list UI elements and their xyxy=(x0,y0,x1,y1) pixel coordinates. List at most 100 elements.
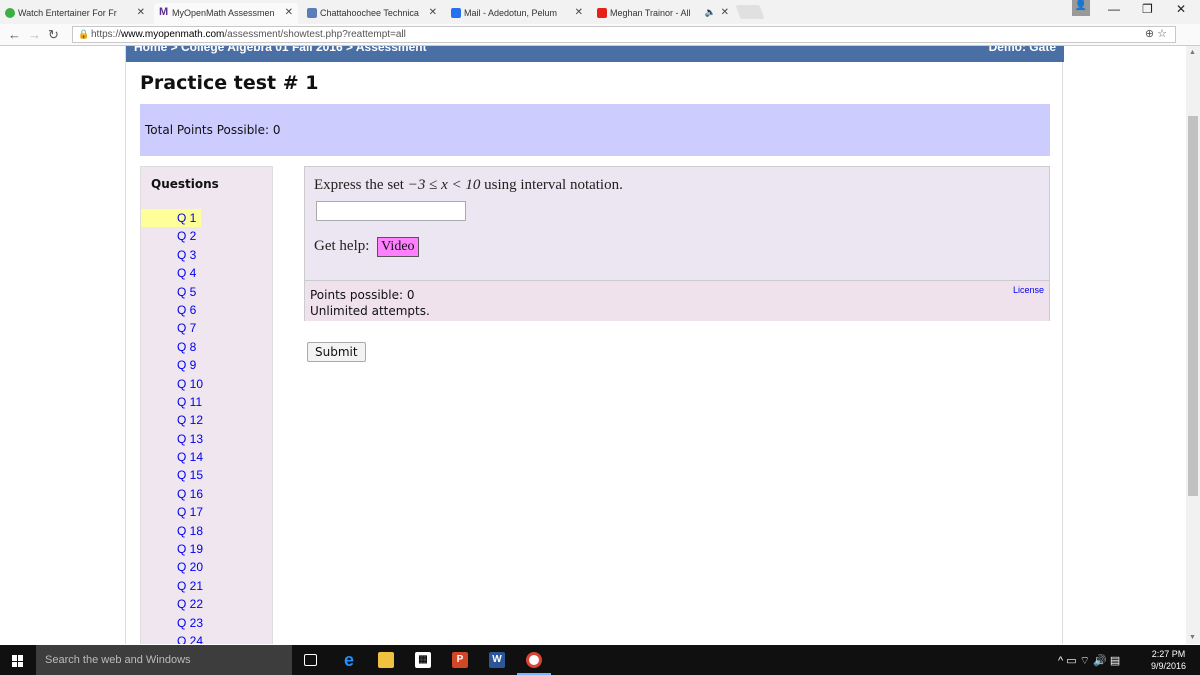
url-scheme: https:// xyxy=(91,29,122,40)
chrome-icon[interactable] xyxy=(526,652,542,668)
question-link-label: Q 10 xyxy=(177,376,204,391)
scroll-down-icon[interactable]: ▼ xyxy=(1189,634,1196,641)
question-link-label: Q 7 xyxy=(177,321,197,336)
close-tab-icon[interactable]: ✕ xyxy=(429,7,437,18)
question-link[interactable]: Q 19 xyxy=(141,540,274,558)
store-icon[interactable]: ▦ xyxy=(415,652,431,668)
edge-browser-icon[interactable]: e xyxy=(341,651,357,669)
tab-meghan-trainor[interactable]: Meghan Trainor - All 🔈 ✕ xyxy=(592,3,734,24)
question-link[interactable]: Q 3 xyxy=(141,246,274,264)
reload-icon[interactable]: ↻ xyxy=(48,27,59,43)
question-link-label: Q 18 xyxy=(177,523,204,538)
zoom-icon[interactable]: ⊕ ☆ xyxy=(1145,27,1167,40)
browser-tab-strip: Watch Entertainer For Fr ✕ M MyOpenMath … xyxy=(0,0,1200,24)
tab-watch-entertainer[interactable]: Watch Entertainer For Fr ✕ xyxy=(0,3,150,24)
question-info-text: Points possible: 0 Unlimited attempts. xyxy=(310,287,430,319)
page-scrollbar[interactable]: ▲ ▼ xyxy=(1186,46,1200,644)
url-bar[interactable]: 🔒 https://www.myopenmath.com/assessment/… xyxy=(72,26,1176,43)
tab-myopenmath[interactable]: M MyOpenMath Assessmen ✕ xyxy=(154,3,298,24)
minimize-icon[interactable]: — xyxy=(1108,2,1120,16)
forward-icon[interactable]: → xyxy=(28,27,41,42)
audio-playing-icon[interactable]: 🔈 xyxy=(705,7,716,18)
question-link[interactable]: Q 15 xyxy=(141,466,274,484)
tab-title: Watch Entertainer For Fr xyxy=(18,8,117,18)
help-row: Get help: Video xyxy=(314,237,419,257)
submit-button[interactable]: Submit xyxy=(307,342,366,362)
question-link[interactable]: Q 14 xyxy=(141,448,274,466)
scroll-up-icon[interactable]: ▲ xyxy=(1189,49,1196,56)
scroll-thumb[interactable] xyxy=(1188,116,1198,496)
question-link-label: Q 2 xyxy=(177,229,197,244)
question-link[interactable]: Q 7 xyxy=(141,319,274,337)
question-link[interactable]: Q 12 xyxy=(141,411,274,429)
task-view-icon[interactable] xyxy=(304,654,317,666)
question-link-label: Q 21 xyxy=(177,578,204,593)
question-math: −3 ≤ x < 10 xyxy=(407,177,481,193)
video-help-button[interactable]: Video xyxy=(377,237,419,257)
address-toolbar: ← → ↻ 🔒 https://www.myopenmath.com/asses… xyxy=(0,24,1200,65)
question-link[interactable]: Q 2 xyxy=(141,227,274,245)
question-link[interactable]: Q 1 xyxy=(141,209,274,228)
question-panel: Express the set −3 ≤ x < 10 using interv… xyxy=(304,166,1050,321)
powerpoint-icon[interactable]: P xyxy=(452,652,468,668)
question-link[interactable]: Q 5 xyxy=(141,283,274,301)
questions-list: Q 1 Q 2 Q 3 Q 4 Q 5 Q 6 Q 7 Q 8 Q 9 Q 10 Q 11 Q 12 Q… xyxy=(141,209,274,644)
question-link[interactable]: Q 9 xyxy=(141,356,274,374)
mail-icon xyxy=(451,8,461,18)
question-link[interactable]: Q 8 xyxy=(141,338,274,356)
question-link[interactable]: Q 10 xyxy=(141,375,274,393)
word-icon[interactable]: W xyxy=(489,652,505,668)
breadcrumb[interactable]: Home > College Algebra 01 Fall 2016 > As… xyxy=(134,46,427,54)
tab-title: Chattahoochee Technica xyxy=(320,8,419,18)
myopenmath-logo-icon: M xyxy=(159,6,169,18)
tab-title: Mail - Adedotun, Pelum xyxy=(464,8,558,18)
tab-mail[interactable]: Mail - Adedotun, Pelum ✕ xyxy=(446,3,588,24)
taskbar-clock[interactable]: 2:27 PM 9/9/2016 xyxy=(1151,648,1186,672)
file-explorer-icon[interactable] xyxy=(378,652,394,668)
question-link-label: Q 12 xyxy=(177,413,204,428)
question-link[interactable]: Q 23 xyxy=(141,614,274,632)
help-label: Get help: xyxy=(314,238,370,254)
question-link[interactable]: Q 24 xyxy=(141,632,274,644)
new-tab-button[interactable] xyxy=(735,5,765,19)
tab-chattahoochee[interactable]: Chattahoochee Technica ✕ xyxy=(302,3,442,24)
close-window-icon[interactable]: ✕ xyxy=(1176,2,1186,16)
question-prefix: Express the set xyxy=(314,177,404,193)
close-tab-icon[interactable]: ✕ xyxy=(721,7,729,18)
close-tab-icon[interactable]: ✕ xyxy=(575,7,583,18)
school-icon xyxy=(307,8,317,18)
question-link[interactable]: Q 6 xyxy=(141,301,274,319)
question-info: Points possible: 0 Unlimited attempts. L… xyxy=(305,280,1049,321)
question-link-label: Q 13 xyxy=(177,431,204,446)
question-link[interactable]: Q 22 xyxy=(141,595,274,613)
url-host: www.myopenmath.com xyxy=(121,29,225,40)
question-link-label: Q 9 xyxy=(177,358,197,373)
question-link[interactable]: Q 17 xyxy=(141,503,274,521)
close-tab-icon[interactable]: ✕ xyxy=(137,7,145,18)
answer-input[interactable] xyxy=(316,201,466,221)
windows-start-icon[interactable] xyxy=(12,655,24,667)
question-link[interactable]: Q 21 xyxy=(141,577,274,595)
total-points-text: Total Points Possible: 0 xyxy=(145,123,281,137)
question-link[interactable]: Q 16 xyxy=(141,485,274,503)
back-icon[interactable]: ← xyxy=(8,27,21,42)
question-link[interactable]: Q 13 xyxy=(141,430,274,448)
close-tab-icon[interactable]: ✕ xyxy=(285,7,293,18)
clock-date: 9/9/2016 xyxy=(1150,661,1186,671)
question-link-label: Q 5 xyxy=(177,284,197,299)
attempts-info: Unlimited attempts. xyxy=(310,304,430,318)
license-link[interactable]: License xyxy=(1013,285,1044,295)
page-title: Practice test # 1 xyxy=(140,72,319,94)
question-link[interactable]: Q 20 xyxy=(141,558,274,576)
questions-heading: Questions xyxy=(151,177,219,191)
question-link-label: Q 3 xyxy=(177,247,197,262)
profile-icon[interactable]: 👤 xyxy=(1072,0,1090,16)
taskbar-search-box[interactable]: Search the web and Windows xyxy=(36,645,292,675)
question-link[interactable]: Q 4 xyxy=(141,264,274,282)
bookmark-star-icon[interactable]: ☆ xyxy=(1157,28,1167,40)
play-icon xyxy=(5,8,15,18)
restore-icon[interactable]: ❐ xyxy=(1142,2,1153,16)
question-link[interactable]: Q 18 xyxy=(141,522,274,540)
question-link[interactable]: Q 11 xyxy=(141,393,274,411)
system-tray-icons[interactable]: ^ ▭ ⌔ 🔊 ▤ xyxy=(1058,654,1120,668)
